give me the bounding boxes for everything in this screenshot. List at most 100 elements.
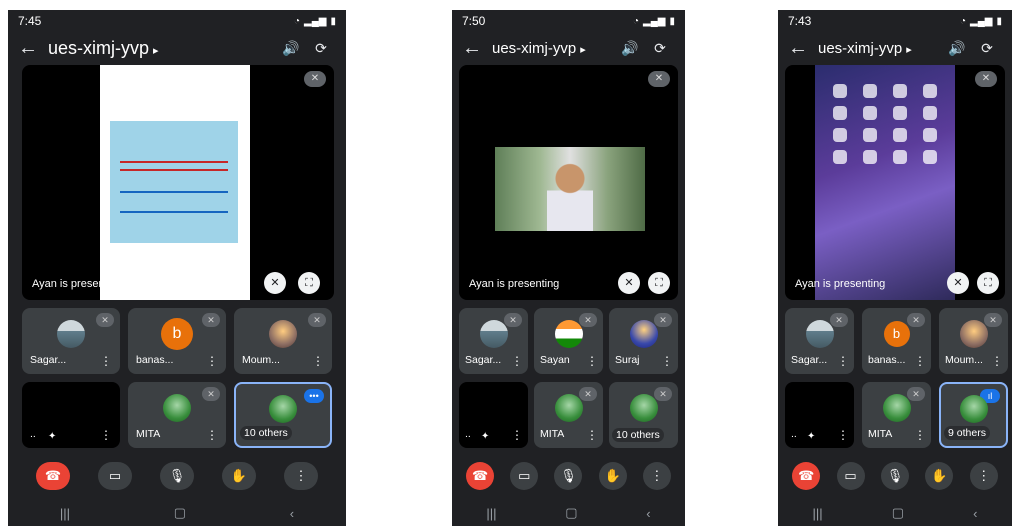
home-icon[interactable]: ▢ xyxy=(892,505,904,521)
participant-tile[interactable]: ✕ Sagar... ⋮ xyxy=(22,308,120,374)
mic-off-icon: ✕ xyxy=(654,387,672,401)
more-vert-icon[interactable]: ⋮ xyxy=(284,462,318,490)
more-vert-icon[interactable]: ⋮ xyxy=(586,428,598,442)
speaker-icon[interactable]: 🔊 xyxy=(615,40,645,57)
participant-tile[interactable]: ✕ b banas... ⋮ xyxy=(128,308,226,374)
participant-name: Moum... xyxy=(945,354,983,366)
meeting-title: ues-ximj-yvp xyxy=(492,39,577,57)
raise-hand-icon[interactable]: ✋ xyxy=(598,462,627,490)
speaker-icon[interactable]: 🔊 xyxy=(942,40,972,57)
more-vert-icon[interactable]: ⋮ xyxy=(100,428,112,442)
effects-icon[interactable]: ✦ xyxy=(48,431,56,442)
more-vert-icon[interactable]: ⋮ xyxy=(100,354,112,368)
more-vert-icon[interactable]: ⋮ xyxy=(837,354,849,368)
participant-tile[interactable]: ✕ Sagar... ⋮ xyxy=(459,308,528,374)
effects-icon[interactable]: ✦ xyxy=(807,431,815,442)
others-count: 10 others xyxy=(240,426,292,440)
more-vert-icon[interactable]: ⋮ xyxy=(206,354,218,368)
mic-off-icon: ✕ xyxy=(308,313,326,327)
effects-icon[interactable]: ✦ xyxy=(481,431,489,442)
speaker-icon[interactable]: 🔊 xyxy=(276,40,306,57)
meeting-title-button[interactable]: ues-ximj-yvp ▸ xyxy=(48,38,276,59)
mic-icon[interactable]: 🎙 xyxy=(160,462,194,490)
arrow-back-icon[interactable]: ← xyxy=(18,37,48,60)
back-nav-icon[interactable]: ‹ xyxy=(973,506,977,521)
pin-off-icon[interactable]: ✕ xyxy=(947,272,969,294)
self-view-tile[interactable]: .. ✦ ⋮ xyxy=(22,382,120,448)
self-view-tile[interactable]: .. ✦ ⋮ xyxy=(459,382,528,448)
raise-hand-icon[interactable]: ✋ xyxy=(925,462,954,490)
switch-camera-icon[interactable]: ⟳ xyxy=(306,40,336,57)
participant-tile[interactable]: ✕ Suraj ⋮ xyxy=(609,308,678,374)
app-bar: ← ues-ximj-yvp ▸ 🔊 ⟳ xyxy=(778,32,1012,64)
participant-tile[interactable]: ✕ Sagar... ⋮ xyxy=(785,308,854,374)
more-vert-icon[interactable]: ⋮ xyxy=(914,428,926,442)
participant-name: MITA xyxy=(868,428,893,440)
participant-tile[interactable]: ✕ Moum... ⋮ xyxy=(939,308,1008,374)
speaking-icon: ••• xyxy=(304,389,324,403)
recents-icon[interactable]: ||| xyxy=(60,506,70,521)
app-bar: ← ues-ximj-yvp ▸ 🔊 ⟳ xyxy=(452,32,685,64)
raise-hand-icon[interactable]: ✋ xyxy=(222,462,256,490)
meeting-title: ues-ximj-yvp xyxy=(48,37,150,58)
fullscreen-icon[interactable]: ⛶ xyxy=(977,272,999,294)
end-call-icon[interactable]: ☎ xyxy=(792,462,821,490)
others-tile[interactable]: ••• 10 others xyxy=(234,382,332,448)
back-nav-icon[interactable]: ‹ xyxy=(646,506,650,521)
mic-off-icon: ✕ xyxy=(304,71,326,87)
pin-off-icon[interactable]: ✕ xyxy=(618,272,640,294)
more-vert-icon[interactable]: ⋮ xyxy=(661,354,673,368)
end-call-icon[interactable]: ☎ xyxy=(36,462,70,490)
participant-tile[interactable]: ✕ Moum... ⋮ xyxy=(234,308,332,374)
more-vert-icon[interactable]: ⋮ xyxy=(206,428,218,442)
meeting-title-button[interactable]: ues-ximj-yvp ▸ xyxy=(492,40,615,57)
participant-tile[interactable]: ✕ b banas... ⋮ xyxy=(862,308,931,374)
more-vert-icon[interactable]: ⋮ xyxy=(511,428,523,442)
others-tile[interactable]: ✕ 10 others xyxy=(609,382,678,448)
more-vert-icon[interactable]: ⋮ xyxy=(312,354,324,368)
participant-tile[interactable]: ✕ MITA ⋮ xyxy=(128,382,226,448)
more-vert-icon[interactable]: ⋮ xyxy=(642,462,671,490)
arrow-back-icon[interactable]: ← xyxy=(788,37,818,60)
more-vert-icon[interactable]: ⋮ xyxy=(914,354,926,368)
avatar xyxy=(269,320,297,349)
mic-icon[interactable]: 🎙 xyxy=(880,462,909,490)
more-vert-icon[interactable]: ⋮ xyxy=(586,354,598,368)
meeting-title-button[interactable]: ues-ximj-yvp ▸ xyxy=(818,40,942,57)
recents-icon[interactable]: ||| xyxy=(813,506,823,521)
participant-tile[interactable]: ✕ MITA ⋮ xyxy=(862,382,931,448)
pin-off-icon[interactable]: ✕ xyxy=(264,272,286,294)
end-call-icon[interactable]: ☎ xyxy=(466,462,495,490)
home-icon[interactable]: ▢ xyxy=(174,505,186,521)
mic-icon[interactable]: 🎙 xyxy=(554,462,583,490)
fullscreen-icon[interactable]: ⛶ xyxy=(298,272,320,294)
participant-tile[interactable]: ✕ Sayan ⋮ xyxy=(534,308,603,374)
mic-off-icon: ✕ xyxy=(579,387,597,401)
back-nav-icon[interactable]: ‹ xyxy=(290,506,294,521)
call-controls: ☎ ▭ 🎙 ✋ ⋮ xyxy=(778,462,1012,490)
recents-icon[interactable]: ||| xyxy=(486,506,496,521)
camera-icon[interactable]: ▭ xyxy=(510,462,539,490)
fullscreen-icon[interactable]: ⛶ xyxy=(648,272,670,294)
avatar xyxy=(959,320,988,349)
home-icon[interactable]: ▢ xyxy=(565,505,577,521)
avatar xyxy=(163,394,191,423)
switch-camera-icon[interactable]: ⟳ xyxy=(972,40,1002,57)
signal-icon: ▂▄▆ xyxy=(304,15,327,27)
more-vert-icon[interactable]: ⋮ xyxy=(837,428,849,442)
self-view-tile[interactable]: .. ✦ ⋮ xyxy=(785,382,854,448)
arrow-back-icon[interactable]: ← xyxy=(462,37,492,60)
system-nav-bar: ||| ▢ ‹ xyxy=(778,500,1012,526)
camera-icon[interactable]: ▭ xyxy=(836,462,865,490)
caret-right-icon: ▸ xyxy=(906,43,912,56)
more-vert-icon[interactable]: ⋮ xyxy=(511,354,523,368)
others-tile[interactable]: ıl 9 others xyxy=(939,382,1008,448)
avatar xyxy=(629,394,658,423)
wifi-icon: ◔ xyxy=(632,15,640,27)
signal-icon: ▂▄▆ xyxy=(970,15,993,27)
more-vert-icon[interactable]: ⋮ xyxy=(969,462,998,490)
more-vert-icon[interactable]: ⋮ xyxy=(991,354,1003,368)
switch-camera-icon[interactable]: ⟳ xyxy=(645,40,675,57)
participant-tile[interactable]: ✕ MITA ⋮ xyxy=(534,382,603,448)
camera-icon[interactable]: ▭ xyxy=(98,462,132,490)
